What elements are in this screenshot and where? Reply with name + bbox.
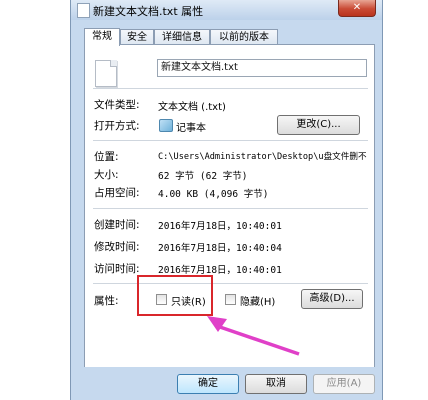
created-value: 2016年7月18日，10:40:01 (158, 221, 282, 232)
modified-label: 修改时间: (94, 241, 140, 253)
separator (93, 208, 368, 209)
disk-size-value: 4.00 KB (4,096 字节) (158, 189, 269, 200)
notepad-icon (159, 119, 173, 132)
attributes-label: 属性: (94, 295, 119, 307)
separator (93, 283, 368, 284)
disk-size-label: 占用空间: (94, 187, 140, 199)
tab-security[interactable]: 安全 (120, 29, 154, 45)
hidden-label[interactable]: 隐藏(H) (240, 293, 275, 308)
opens-with-value: 记事本 (176, 123, 206, 134)
file-type-label: 文件类型: (94, 99, 140, 111)
opens-with-label: 打开方式: (94, 120, 140, 132)
file-name-field[interactable]: 新建文本文档.txt (157, 59, 367, 77)
document-icon (95, 60, 117, 87)
tab-previous-versions[interactable]: 以前的版本 (210, 29, 278, 45)
separator (93, 88, 368, 89)
location-label: 位置: (94, 151, 119, 163)
location-value: C:\Users\Administrator\Desktop\u盘文件删不 (158, 152, 367, 162)
ok-button[interactable]: 确定 (177, 374, 239, 394)
tab-details[interactable]: 详细信息 (154, 29, 210, 45)
dialog-footer: 确定 取消 应用(A) (71, 367, 382, 400)
hidden-checkbox[interactable] (225, 294, 236, 305)
advanced-button[interactable]: 高级(D)... (301, 289, 363, 309)
modified-value: 2016年7月18日，10:40:04 (158, 243, 282, 254)
window-title: 新建文本文档.txt 属性 (93, 5, 204, 18)
title-bar[interactable]: 新建文本文档.txt 属性 ✕ (71, 0, 382, 20)
separator (93, 140, 368, 141)
file-icon (77, 3, 90, 18)
close-button[interactable]: ✕ (338, 0, 376, 17)
created-label: 创建时间: (94, 219, 140, 231)
accessed-label: 访问时间: (94, 263, 140, 275)
cancel-button[interactable]: 取消 (245, 374, 307, 394)
size-label: 大小: (94, 169, 119, 181)
size-value: 62 字节 (62 字节) (158, 171, 248, 182)
accessed-value: 2016年7月18日，10:40:01 (158, 265, 282, 276)
apply-button[interactable]: 应用(A) (313, 374, 375, 394)
readonly-highlight-box (137, 275, 213, 316)
change-button[interactable]: 更改(C)... (277, 115, 360, 135)
pointer-arrow (207, 316, 300, 356)
file-type-value: 文本文档 (.txt) (158, 102, 226, 113)
tab-general[interactable]: 常规 (84, 28, 120, 46)
